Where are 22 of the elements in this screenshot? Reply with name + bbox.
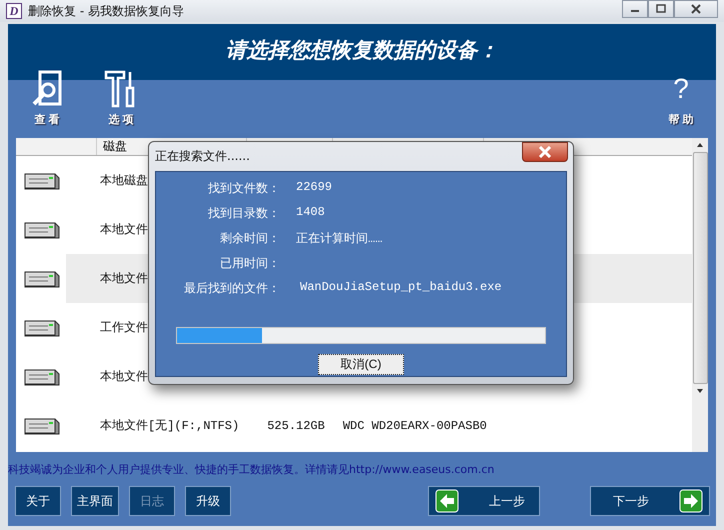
disk-size: 525.12GB <box>267 418 325 432</box>
field-label: 找到目录数： <box>207 205 280 222</box>
disk-name: 工作文件 <box>100 320 148 336</box>
app-icon: D <box>6 3 22 19</box>
disk-model: WDC WD20EARX-00PASB0 <box>342 418 487 432</box>
field-label: 已用时间： <box>219 255 280 272</box>
field-value: 1408 <box>296 205 326 221</box>
field-value: 正在计算时间…… <box>296 231 384 247</box>
dialog-title: 正在搜索文件...... <box>155 148 250 165</box>
disk-name: 本地磁盘 <box>100 173 148 189</box>
disk-name: 本地文件 <box>100 271 148 287</box>
disk-name: 本地文件[无](F:,NTFS) <box>100 418 240 434</box>
field-label: 找到文件数： <box>207 180 280 197</box>
page-heading: 请选择您想恢复数据的设备： <box>224 36 500 64</box>
field-value: 22699 <box>296 180 334 196</box>
window-title: 删除恢复 - 易我数据恢复向导 <box>28 2 184 20</box>
disk-name: 本地文件 <box>100 222 148 238</box>
field-label: 最后找到的文件： <box>183 280 280 297</box>
disk-name: 本地文件 <box>100 369 148 385</box>
field-label: 剩余时间： <box>219 230 280 247</box>
field-value: WanDouJiaSetup_pt_baidu3.exe <box>299 280 503 296</box>
status-text: 科技竭诚为企业和个人用户提供专业、快捷的手工数据恢复。详情请见http://www.easeus.com.cn <box>8 462 496 478</box>
